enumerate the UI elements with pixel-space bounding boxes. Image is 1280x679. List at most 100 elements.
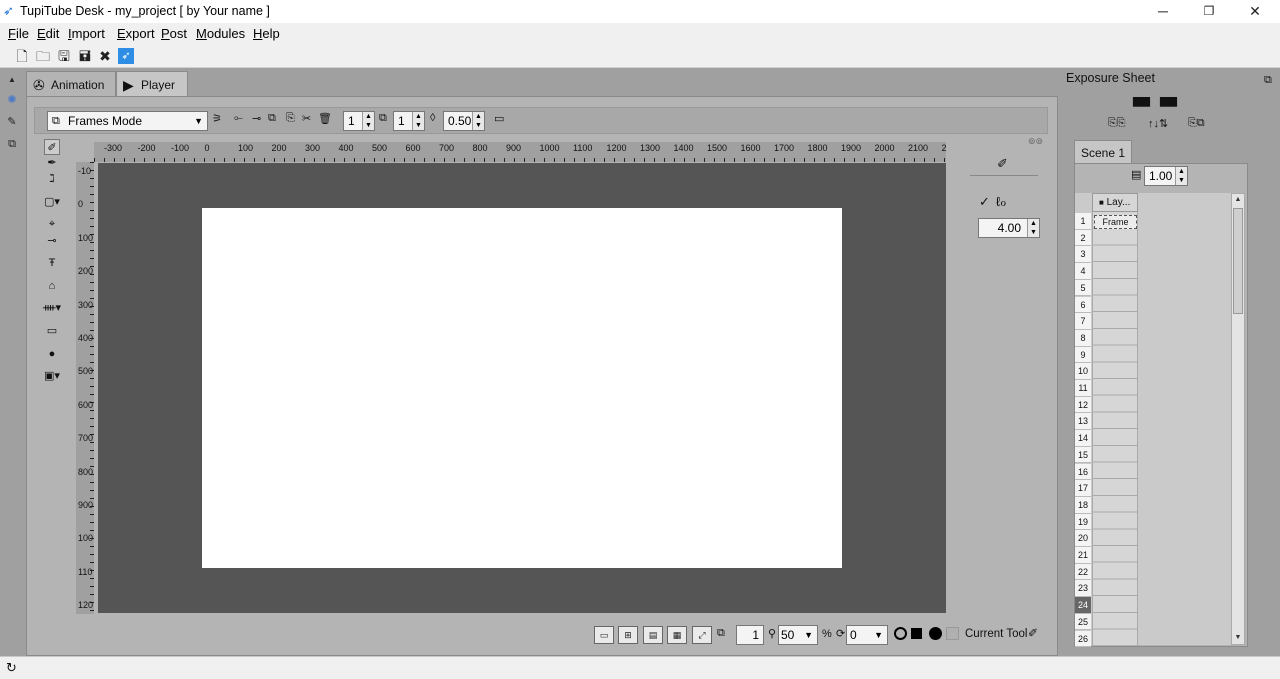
row-number: 14 (1075, 430, 1091, 447)
delete-icon[interactable]: 🗑 (318, 112, 332, 125)
next-frame-icon[interactable]: ⊸ (252, 112, 261, 125)
copy-frame-sheet-icon[interactable]: ⎘⧉ (1188, 117, 1205, 130)
close-button[interactable]: ✕ (1232, 0, 1278, 23)
remove-layer-icon[interactable]: ▆▆ (1160, 94, 1177, 107)
brush-preview-icon[interactable] (929, 627, 942, 640)
minimize-button[interactable]: ─ (1140, 0, 1186, 23)
actual-size-button[interactable]: ▭ (594, 626, 614, 644)
copy-frame-icon[interactable]: ⧉ (268, 112, 276, 125)
panel-toggle-icon[interactable]: ⊚⊚ (1028, 136, 1043, 147)
image-tool-icon[interactable]: ▣▾ (40, 368, 64, 384)
tweener-tool-icon[interactable]: ● (44, 346, 60, 362)
opacity-spinbox[interactable]: 0.50 ▲ ▼ (443, 111, 485, 131)
ruler-label: 1500 (707, 143, 728, 153)
onion-skin-icon[interactable]: ⚞ (212, 112, 222, 125)
color-palette-icon[interactable]: ✺ (4, 92, 20, 108)
layer-visibility-icon[interactable]: ■ (1099, 198, 1104, 207)
insert-layer-icon[interactable]: ▆▆ (1133, 94, 1150, 107)
polyline-tool-icon[interactable]: ℷ (44, 171, 60, 187)
frame-cell[interactable]: Frame (1094, 215, 1137, 229)
grid-button[interactable]: ⊞ (618, 626, 638, 644)
scroll-down-icon[interactable]: ▼ (1232, 632, 1244, 644)
spin-arrows-icon[interactable]: ▲ ▼ (472, 112, 484, 130)
previous-frame-icon[interactable]: ⟜ (234, 112, 243, 125)
ruler-label: 800 (472, 143, 488, 153)
refresh-icon[interactable]: ↻ (6, 660, 17, 676)
move-frame-icon[interactable]: ↑↓⇅ (1148, 117, 1168, 130)
menu-file[interactable]: File (8, 26, 29, 41)
text-tool-icon[interactable]: Ŧ (44, 255, 60, 271)
mode-select[interactable]: ⧉ Frames Mode ▼ (47, 111, 208, 131)
layer-column[interactable] (1092, 212, 1138, 645)
selection-tool-icon[interactable]: ⌖ (44, 216, 60, 232)
row-number: 11 (1075, 380, 1091, 397)
open-project-icon[interactable]: 🗀 (35, 48, 51, 64)
restore-button[interactable]: ❐ (1186, 0, 1232, 23)
ruler-label: 1200 (606, 143, 627, 153)
cut-icon[interactable]: ✂ (302, 112, 311, 125)
nodes-tool-icon[interactable]: ⊸ (44, 233, 60, 249)
collapse-arrow-icon[interactable]: ▲ (4, 72, 20, 88)
row-number: 16 (1075, 463, 1091, 481)
rectangle-tool-icon[interactable]: ▢▾ (40, 194, 64, 210)
frame-icon: ⧉ (717, 627, 725, 639)
background-color-icon[interactable] (946, 627, 959, 640)
row-number: 8 (1075, 329, 1091, 347)
smooth-checkbox[interactable]: ✓ (979, 194, 990, 210)
tab-scene-1[interactable]: Scene 1 (1074, 140, 1132, 164)
spin-arrows-icon[interactable]: ▲ ▼ (1175, 167, 1187, 185)
menu-import[interactable]: Import (68, 26, 105, 41)
spin-arrows-icon[interactable]: ▲ ▼ (1027, 219, 1039, 237)
menu-post[interactable]: Post (161, 26, 187, 41)
tupitube-icon[interactable]: ➶ (118, 48, 134, 64)
menu-modules[interactable]: Modules (196, 26, 245, 41)
ruler-label: -100 (171, 143, 190, 153)
ruler-label: 1600 (740, 143, 761, 153)
new-project-icon[interactable]: 🗋 (14, 48, 30, 64)
pen-properties-icon[interactable]: ✎ (4, 114, 20, 130)
menu-bar: File Edit Import Export Post Modules Hel… (0, 23, 1280, 44)
rotation-select[interactable]: 0 ▼ (846, 625, 888, 645)
row-number: 12 (1075, 396, 1091, 414)
scroll-up-icon[interactable]: ▲ (1232, 194, 1244, 206)
save-icon[interactable]: 🖫 (56, 48, 72, 64)
fill-color-icon[interactable] (911, 628, 922, 639)
full-screen-button[interactable]: ⤢ (692, 626, 712, 644)
safe-area-icon[interactable]: ▭ (494, 112, 504, 125)
library-icon[interactable]: ⧉ (4, 136, 20, 152)
row-number: 1 (1075, 213, 1091, 230)
menu-edit[interactable]: Edit (37, 26, 59, 41)
smoothness-spinbox[interactable]: 4.00 ▲ ▼ (978, 218, 1040, 238)
ink-tool-icon[interactable]: ✒ (44, 155, 60, 171)
menu-help[interactable]: Help (253, 26, 280, 41)
ruler-label: 600 (78, 399, 94, 410)
scrollbar-thumb[interactable] (1233, 208, 1243, 314)
previous-onion-spinbox[interactable]: 1 ▲ ▼ (343, 111, 375, 131)
exposure-scrollbar[interactable]: ▲ ▼ (1231, 193, 1245, 645)
spin-arrows-icon[interactable]: ▲ ▼ (362, 112, 374, 130)
fps-spinbox[interactable]: 1.00 ▲ ▼ (1144, 166, 1188, 186)
frame-number-field[interactable]: 1 (736, 625, 764, 645)
fine-grid-button[interactable]: ▦ (667, 626, 687, 644)
eraser-tool-icon[interactable]: ⌂ (44, 278, 60, 294)
fill-tool-icon[interactable]: ᚓ▾ (40, 300, 64, 316)
row-number: 22 (1075, 563, 1091, 581)
stroke-color-icon[interactable] (894, 627, 907, 640)
pencil-tool-icon[interactable]: ✐ (44, 139, 60, 155)
tab-player[interactable]: ▶ Player (116, 71, 188, 97)
next-onion-spinbox[interactable]: 1 ▲ ▼ (393, 111, 425, 131)
save-as-icon[interactable]: 🖬 (77, 48, 93, 64)
menu-export[interactable]: Export (117, 26, 155, 41)
tab-animation[interactable]: ✇ Animation (26, 71, 116, 97)
zoom-select[interactable]: 50 ▼ (778, 625, 818, 645)
layer-header[interactable]: ■ Lay... (1092, 193, 1138, 212)
paste-frame-icon[interactable]: ⎘ (286, 112, 295, 125)
hand-tool-icon[interactable]: ▭ (44, 323, 60, 339)
insert-frame-icon[interactable]: ⎘⎘ (1108, 117, 1126, 130)
ruler-label: 1100 (573, 143, 593, 153)
safe-area-button[interactable]: ▤ (643, 626, 663, 644)
spin-arrows-icon[interactable]: ▲ ▼ (412, 112, 424, 130)
close-project-icon[interactable]: ✖ (97, 48, 113, 64)
detach-panel-icon[interactable]: ⧉ (1264, 74, 1272, 87)
drawing-canvas[interactable] (202, 208, 842, 568)
